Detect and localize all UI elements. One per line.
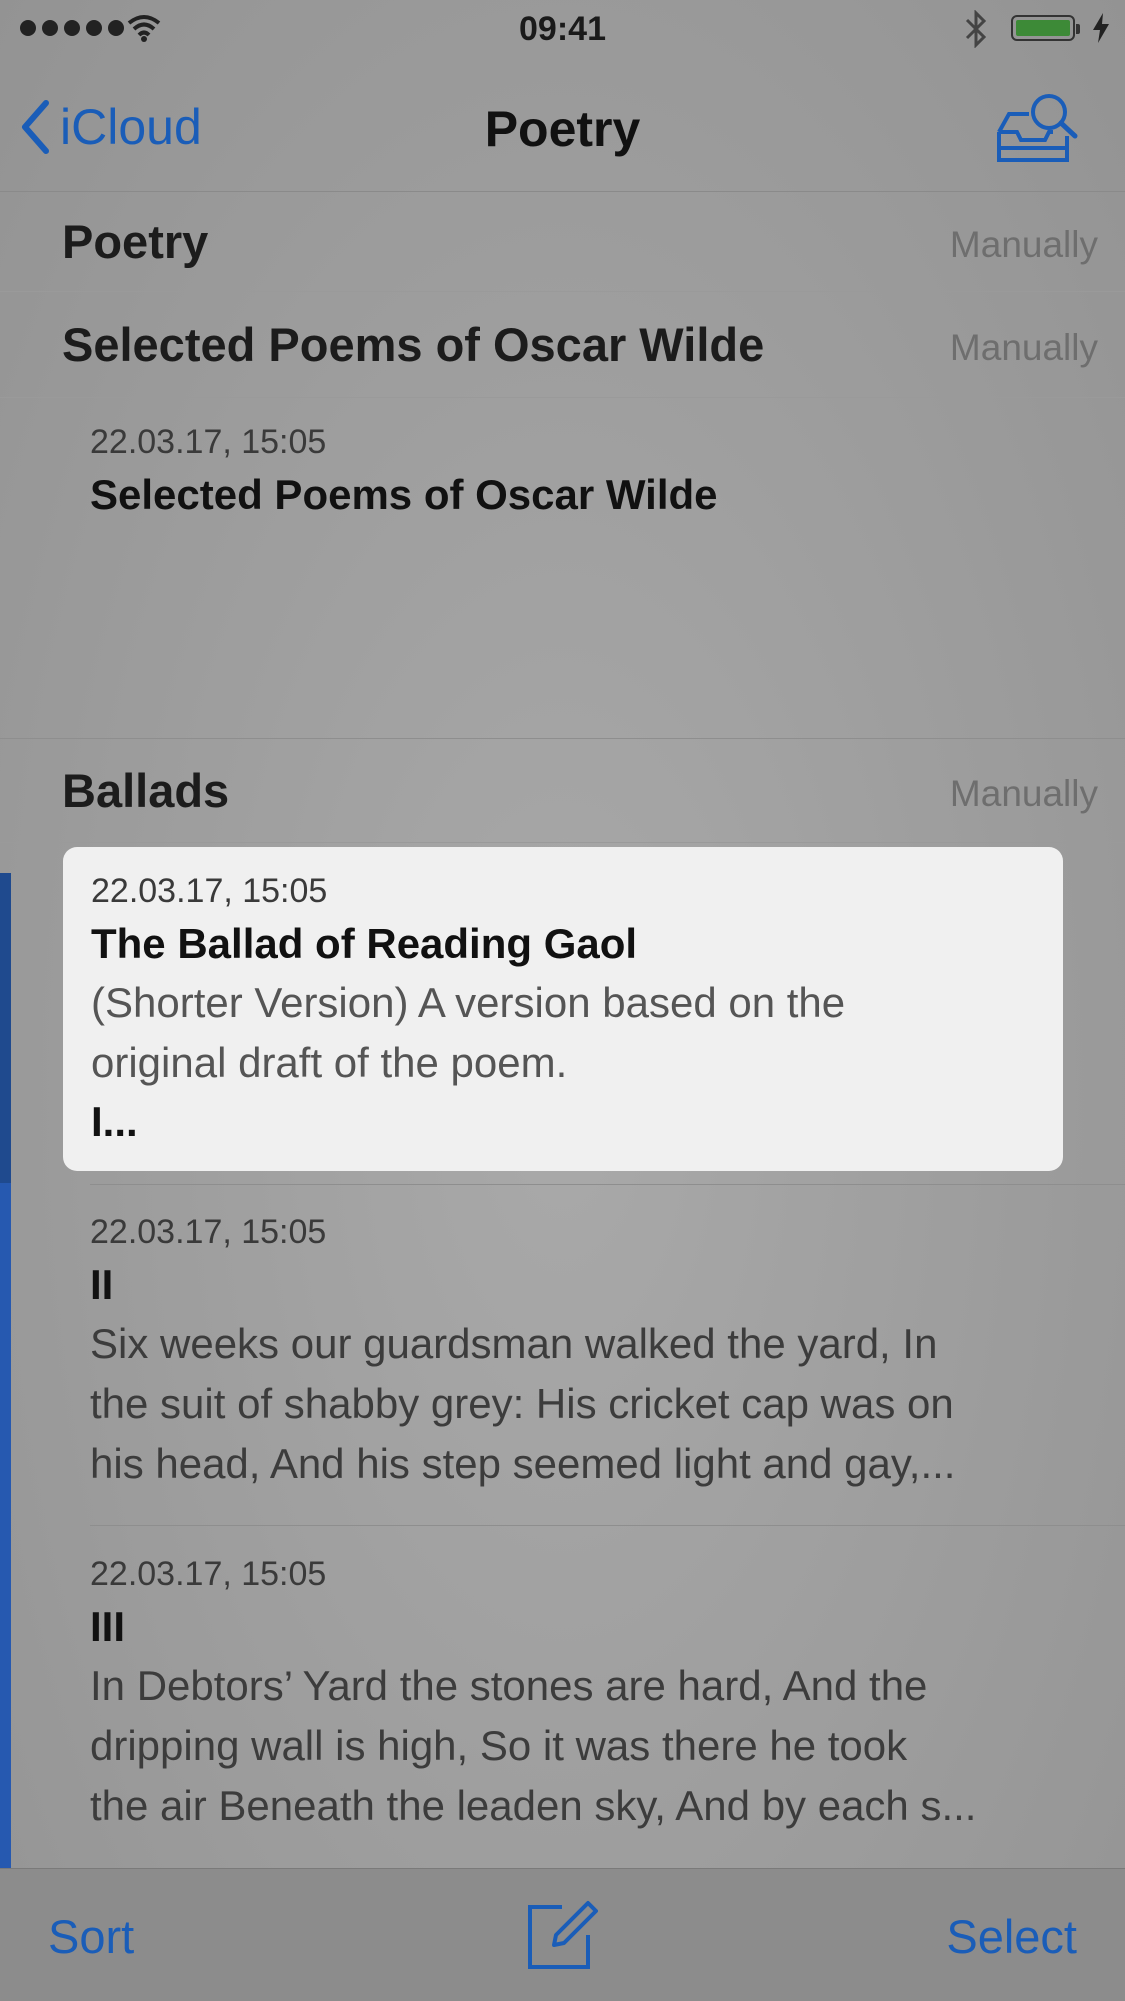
status-bar: 09:41 xyxy=(0,0,1125,60)
note-preview-line: his head, And his step seemed light and … xyxy=(90,1440,956,1487)
note-preview-line: original draft of the poem. xyxy=(91,1039,568,1086)
section-sort-label[interactable]: Manually xyxy=(950,773,1098,815)
note-preview-line: (Shorter Version) A version based on the xyxy=(91,979,846,1026)
section-title: Poetry xyxy=(62,215,209,268)
note-preview-line: the air Beneath the leaden sky, And by e… xyxy=(90,1782,977,1829)
list-item-note[interactable]: 22.03.17, 15:05 The Ballad of Reading Ga… xyxy=(91,867,845,1151)
note-preview-extra: I... xyxy=(91,1098,138,1145)
note-title: The Ballad of Reading Gaol xyxy=(91,920,638,967)
list-item-note[interactable]: 22.03.17, 15:05 Selected Poems of Oscar … xyxy=(90,418,718,524)
selection-indicator xyxy=(0,873,11,1183)
search-inbox-button[interactable] xyxy=(995,88,1079,171)
note-preview-line: In Debtors’ Yard the stones are hard, An… xyxy=(90,1662,928,1709)
battery-icon xyxy=(1011,15,1080,41)
compose-button[interactable] xyxy=(526,1899,598,1976)
section-title: Ballads xyxy=(62,764,230,817)
note-date: 22.03.17, 15:05 xyxy=(91,872,328,910)
search-inbox-icon xyxy=(997,94,1078,162)
section-header-selected-poems[interactable]: Selected Poems of Oscar Wilde Manually xyxy=(0,292,1125,398)
note-date: 22.03.17, 15:05 xyxy=(90,423,327,461)
section-header-poetry[interactable]: Poetry Manually xyxy=(0,192,1125,292)
select-button[interactable]: Select xyxy=(946,1909,1077,1964)
list-item-note[interactable]: 22.03.17, 15:05 III In Debtors’ Yard the… xyxy=(90,1550,976,1836)
sort-button[interactable]: Sort xyxy=(48,1909,134,1964)
divider xyxy=(90,1184,1125,1185)
note-date: 22.03.17, 15:05 xyxy=(90,1555,327,1593)
compose-icon xyxy=(528,1901,598,1969)
note-title: II xyxy=(90,1261,114,1308)
bottom-toolbar: Sort Select xyxy=(0,1868,1125,2001)
status-time: 09:41 xyxy=(519,10,606,48)
bluetooth-icon xyxy=(965,10,987,48)
section-sort-label[interactable]: Manually xyxy=(950,327,1098,369)
charging-bolt-icon xyxy=(1093,13,1109,43)
note-preview-line: the suit of shabby grey: His cricket cap… xyxy=(90,1380,954,1427)
note-date: 22.03.17, 15:05 xyxy=(90,1213,327,1251)
note-title: Selected Poems of Oscar Wilde xyxy=(90,471,718,518)
note-title: III xyxy=(90,1603,126,1650)
note-preview-line: dripping wall is high, So it was there h… xyxy=(90,1722,908,1769)
selected-note-card[interactable]: 22.03.17, 15:05 The Ballad of Reading Ga… xyxy=(63,847,1063,1171)
page-title: Poetry xyxy=(484,101,641,157)
note-preview-line: Six weeks our guardsman walked the yard,… xyxy=(90,1320,938,1367)
section-title: Selected Poems of Oscar Wilde xyxy=(62,318,765,371)
divider xyxy=(90,1525,1125,1526)
section-header-ballads[interactable]: Ballads Manually xyxy=(0,739,1125,843)
list-item-note[interactable]: 22.03.17, 15:05 II Six weeks our guardsm… xyxy=(90,1208,955,1494)
navigation-bar: iCloud Poetry xyxy=(0,60,1125,192)
section-indicator xyxy=(0,1183,11,1868)
section-sort-label[interactable]: Manually xyxy=(950,224,1098,266)
